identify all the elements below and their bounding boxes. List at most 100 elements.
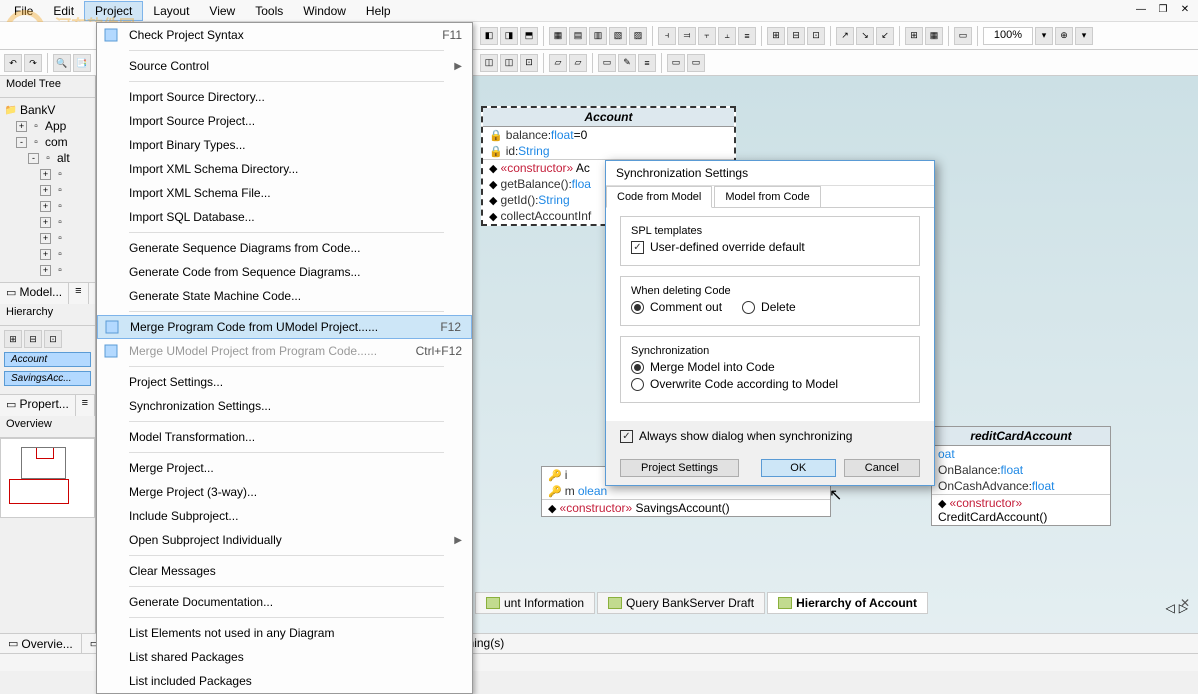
tab-code-from-model[interactable]: Code from Model	[606, 186, 712, 208]
menu-item[interactable]: Project Settings...	[97, 370, 472, 394]
tool-icon[interactable]: ◨	[500, 27, 518, 45]
align-top-icon[interactable]: ⫟	[698, 27, 716, 45]
menu-item[interactable]: Source Control▶	[97, 54, 472, 78]
tree-item[interactable]: 📁BankV	[2, 102, 93, 118]
menu-item[interactable]: Include Subproject...	[97, 504, 472, 528]
radio-overwrite[interactable]: Overwrite Code according to Model	[631, 377, 909, 391]
check-user-defined[interactable]: ✓ User-defined override default	[631, 240, 909, 254]
tree-item[interactable]: +▫App	[2, 118, 93, 134]
new-icon[interactable]: ▭	[598, 54, 616, 72]
menu-item[interactable]: Generate Sequence Diagrams from Code...	[97, 236, 472, 260]
menu-item[interactable]: List Elements not used in any Diagram	[97, 621, 472, 645]
ok-button[interactable]: OK	[761, 459, 836, 477]
open-icon[interactable]: ✎	[618, 54, 636, 72]
radio-icon[interactable]	[631, 301, 644, 314]
radio-icon[interactable]	[742, 301, 755, 314]
diagram-tab[interactable]: unt Information	[475, 592, 595, 614]
tool-icon[interactable]: ▭	[687, 54, 705, 72]
menu-project[interactable]: Project	[84, 1, 143, 21]
tab-other[interactable]: ≡	[76, 395, 95, 416]
tool-icon[interactable]: ⬒	[520, 27, 538, 45]
menu-item[interactable]: Synchronization Settings...	[97, 394, 472, 418]
align-left-icon[interactable]: ⫞	[658, 27, 676, 45]
tool-icon[interactable]: ▤	[569, 27, 587, 45]
redo-icon[interactable]: ↷	[24, 54, 42, 72]
tab-other[interactable]: ≡	[69, 283, 88, 304]
align-right-icon[interactable]: ⫤	[678, 27, 696, 45]
overview-thumbnail[interactable]	[0, 438, 95, 518]
tool-icon[interactable]: ⊡	[520, 54, 538, 72]
menu-file[interactable]: File	[4, 2, 43, 20]
radio-merge[interactable]: Merge Model into Code	[631, 360, 909, 374]
menu-window[interactable]: Window	[293, 2, 356, 20]
menu-item[interactable]: Import XML Schema File...	[97, 181, 472, 205]
tool-icon[interactable]: ▥	[589, 27, 607, 45]
tool-icon[interactable]: ↙	[876, 27, 894, 45]
menu-item[interactable]: Model Transformation...	[97, 425, 472, 449]
check-always-show[interactable]: ✓ Always show dialog when synchronizing	[620, 429, 852, 443]
menu-help[interactable]: Help	[356, 2, 401, 20]
menu-layout[interactable]: Layout	[143, 2, 199, 20]
tool-icon[interactable]: ⊞	[767, 27, 785, 45]
tree-item[interactable]: +▫	[2, 166, 93, 182]
menu-item[interactable]: List included Packages	[97, 669, 472, 693]
tool-icon[interactable]: ↘	[856, 27, 874, 45]
tree-item[interactable]: -▫alt	[2, 150, 93, 166]
zoom-input[interactable]: 100%	[983, 27, 1033, 45]
menu-item[interactable]: Import XML Schema Directory...	[97, 157, 472, 181]
menu-item[interactable]: List shared Packages	[97, 645, 472, 669]
tool-icon[interactable]: ◫	[480, 54, 498, 72]
tree-item[interactable]: +▫	[2, 214, 93, 230]
tool-icon[interactable]: ▦	[549, 27, 567, 45]
menu-item[interactable]: Generate State Machine Code...	[97, 284, 472, 308]
radio-icon[interactable]	[631, 361, 644, 374]
close-icon[interactable]: ✕	[1176, 2, 1194, 16]
fit-icon[interactable]: ⊕	[1055, 27, 1073, 45]
tab-properties[interactable]: ▭ Propert...	[0, 395, 76, 416]
hierarchy-btn[interactable]: ⊞	[4, 330, 22, 348]
layer-icon[interactable]: ▭	[954, 27, 972, 45]
tree-item[interactable]: +▫	[2, 262, 93, 278]
tab-model[interactable]: ▭ Model...	[0, 283, 69, 304]
checkbox-icon[interactable]: ✓	[620, 430, 633, 443]
tab-scroll-left-icon[interactable]: ◁	[1166, 601, 1175, 615]
tab-model-from-code[interactable]: Model from Code	[714, 186, 820, 207]
hierarchy-btn[interactable]: ⊡	[44, 330, 62, 348]
project-settings-button[interactable]: Project Settings	[620, 459, 739, 477]
uml-class-credit[interactable]: reditCardAccount oat OnBalance:float OnC…	[931, 426, 1111, 526]
tool-icon[interactable]: ▨	[629, 27, 647, 45]
tree-item[interactable]: +▫	[2, 230, 93, 246]
restore-icon[interactable]: ❐	[1154, 2, 1172, 16]
menu-item[interactable]: Merge Project...	[97, 456, 472, 480]
close-panel-icon[interactable]: ✕	[1180, 596, 1190, 610]
tree-item[interactable]: +▫	[2, 246, 93, 262]
stack-icon[interactable]: ≡	[638, 54, 656, 72]
tool-icon[interactable]: ◫	[500, 54, 518, 72]
tool-icon[interactable]: ↗	[836, 27, 854, 45]
hierarchy-node[interactable]: Account	[4, 352, 91, 367]
menu-item[interactable]: Import Binary Types...	[97, 133, 472, 157]
tool-icon[interactable]: ⊡	[807, 27, 825, 45]
align-icon[interactable]: ≡	[738, 27, 756, 45]
radio-icon[interactable]	[631, 378, 644, 391]
tool-icon[interactable]: ◧	[480, 27, 498, 45]
tree-item[interactable]: -▫com	[2, 134, 93, 150]
minimize-icon[interactable]: —	[1132, 2, 1150, 16]
menu-item[interactable]: Generate Documentation...	[97, 590, 472, 614]
tool-icon[interactable]: ▱	[549, 54, 567, 72]
checkbox-icon[interactable]: ✓	[631, 241, 644, 254]
menu-item[interactable]: Merge Project (3-way)...	[97, 480, 472, 504]
tool-icon[interactable]: ▱	[569, 54, 587, 72]
tree-item[interactable]: +▫	[2, 182, 93, 198]
diagram-tab[interactable]: Hierarchy of Account	[767, 592, 928, 614]
menu-item[interactable]: Generate Code from Sequence Diagrams...	[97, 260, 472, 284]
menu-tools[interactable]: Tools	[245, 2, 293, 20]
align-bottom-icon[interactable]: ⫠	[718, 27, 736, 45]
tool-icon[interactable]: ▭	[667, 54, 685, 72]
dropdown-icon[interactable]: ▾	[1035, 27, 1053, 45]
tool-icon[interactable]: 🔍	[53, 54, 71, 72]
radio-comment-out[interactable]: Comment out	[631, 300, 722, 314]
radio-delete[interactable]: Delete	[742, 300, 796, 314]
menu-item[interactable]: Open Subproject Individually▶	[97, 528, 472, 552]
menu-item[interactable]: Import Source Directory...	[97, 85, 472, 109]
